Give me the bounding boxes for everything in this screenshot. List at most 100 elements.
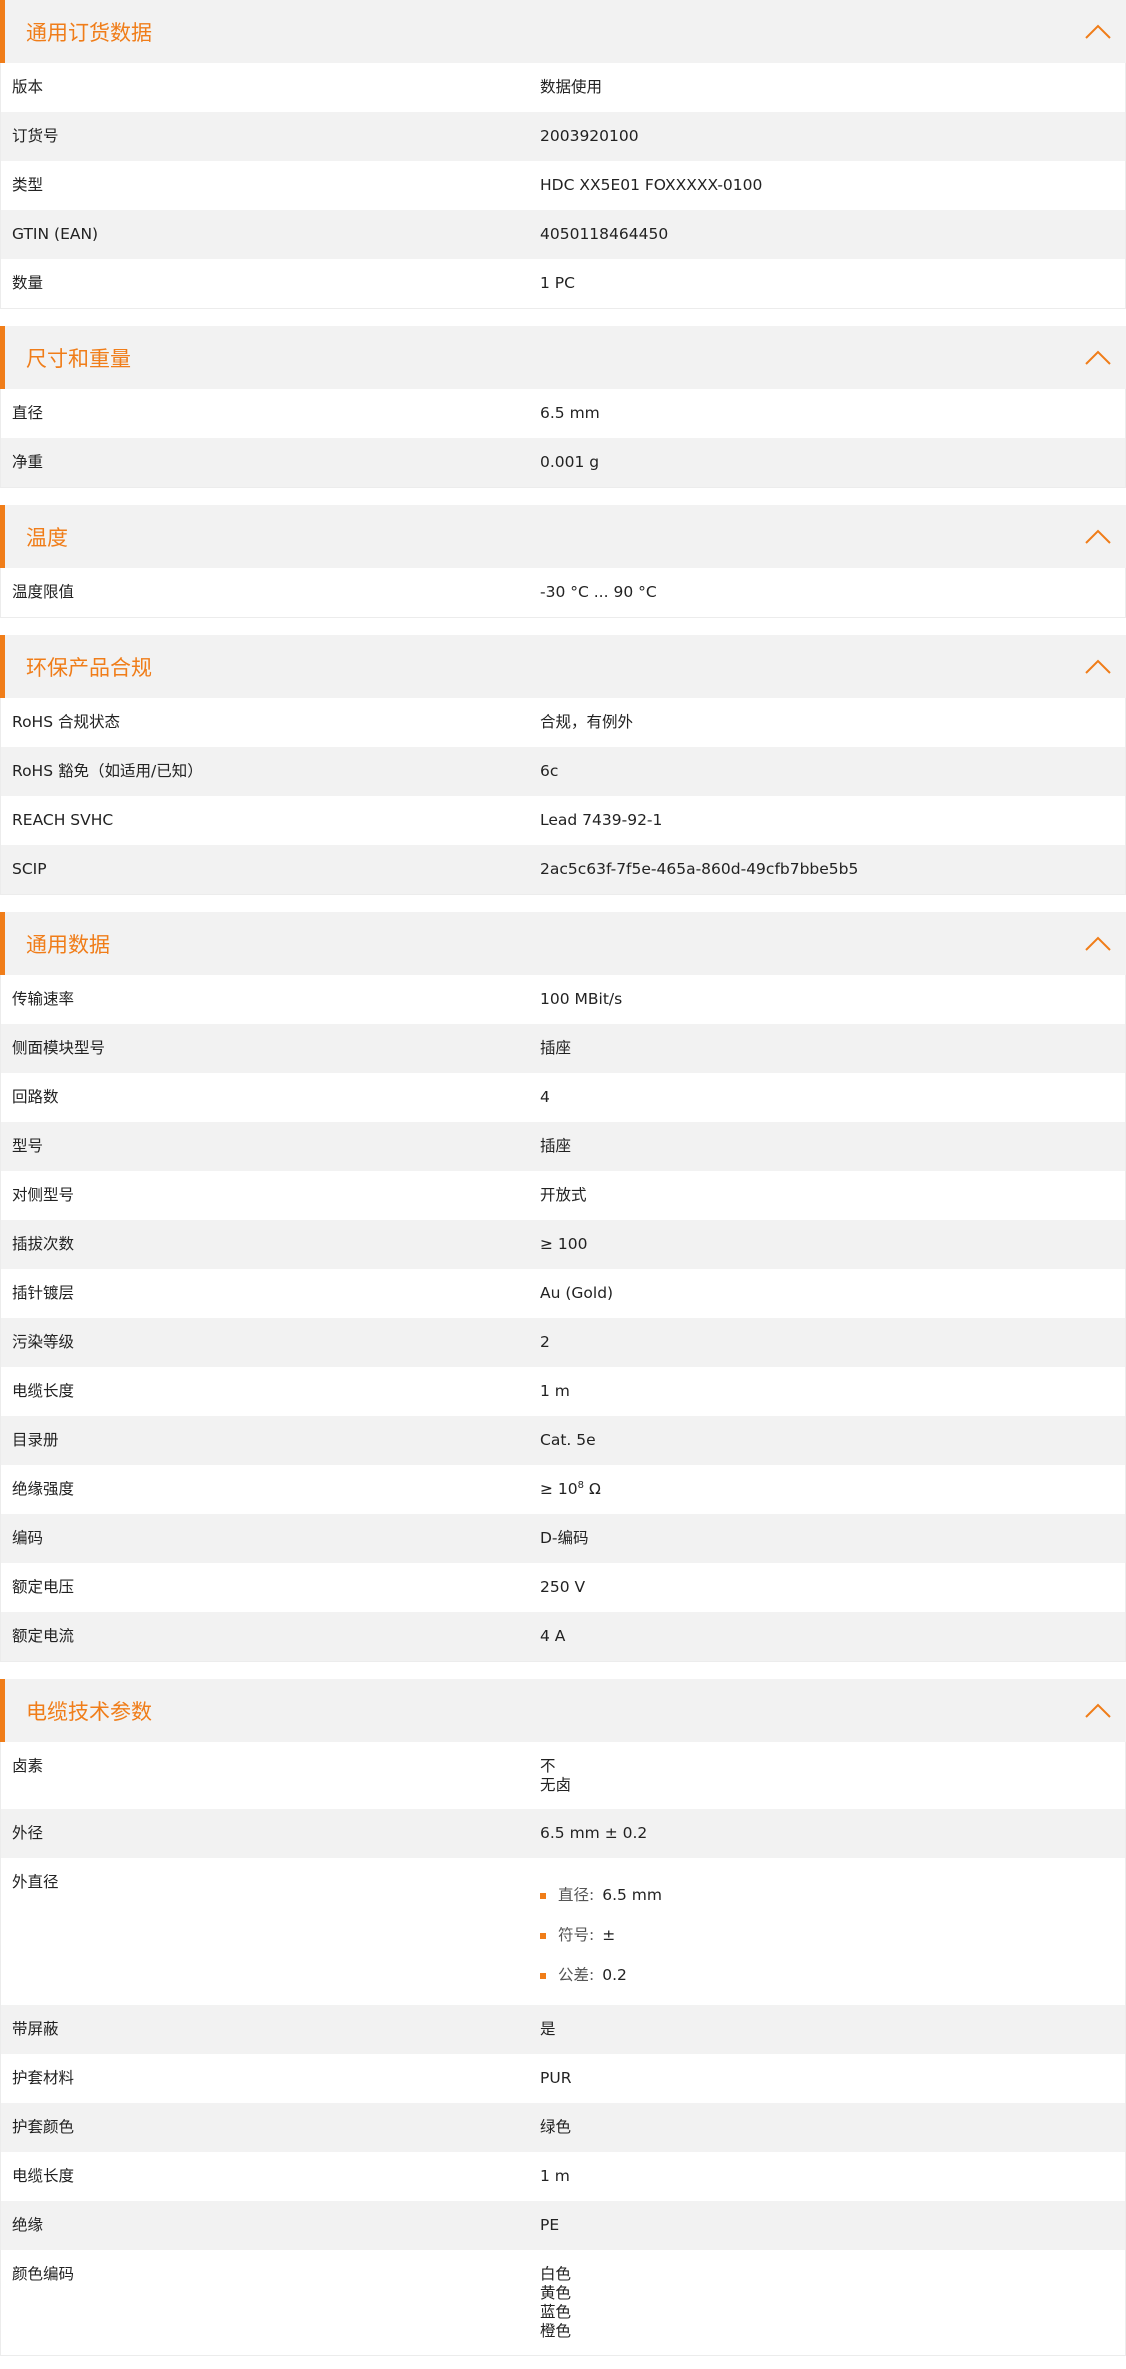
table-row: 订货号 2003920100 bbox=[1, 112, 1125, 161]
row-value: 是 bbox=[540, 2020, 556, 2038]
row-value: 4050118464450 bbox=[540, 225, 669, 243]
table-row: 型号 插座 bbox=[1, 1122, 1125, 1171]
value-line: 黄色 bbox=[540, 2284, 572, 2302]
chevron-up-icon[interactable] bbox=[1085, 656, 1111, 676]
row-label: 额定电压 bbox=[12, 1578, 75, 1596]
row-value: Lead 7439-92-1 bbox=[540, 811, 663, 829]
section-header-cable[interactable]: 电缆技术参数 bbox=[0, 1679, 1126, 1742]
item-key: 符号: bbox=[558, 1926, 595, 1944]
row-label: 额定电流 bbox=[12, 1627, 75, 1645]
table-row: 带屏蔽 是 bbox=[1, 2005, 1125, 2054]
value-line: 不 bbox=[540, 1757, 556, 1775]
row-value: 4 A bbox=[540, 1627, 566, 1645]
value-line: 无卤 bbox=[540, 1776, 572, 1794]
table-row: 目录册 Cat. 5e bbox=[1, 1416, 1125, 1465]
row-value: 100 MBit/s bbox=[540, 990, 623, 1008]
table-row: 净重 0.001 g bbox=[1, 438, 1125, 487]
row-value: ≥ 108 Ω bbox=[540, 1480, 1125, 1500]
row-label: RoHS 豁免（如适用/已知） bbox=[12, 762, 203, 780]
row-label: 颜色编码 bbox=[12, 2265, 75, 2283]
row-label: GTIN (EAN) bbox=[12, 225, 99, 243]
section-header-general[interactable]: 通用数据 bbox=[0, 912, 1126, 975]
row-label: 插拔次数 bbox=[12, 1235, 75, 1253]
table-row: 电缆长度 1 m bbox=[1, 2152, 1125, 2201]
row-label: 对侧型号 bbox=[12, 1186, 75, 1204]
row-value: 6c bbox=[540, 762, 559, 780]
table-row: GTIN (EAN) 4050118464450 bbox=[1, 210, 1125, 259]
row-value: 绿色 bbox=[540, 2118, 572, 2136]
row-value: PE bbox=[540, 2216, 560, 2234]
bullet-icon bbox=[540, 1932, 546, 1939]
row-label: 目录册 bbox=[12, 1431, 59, 1449]
item-value: 6.5 mm bbox=[602, 1886, 663, 1904]
section-temperature: 温度 温度限值 -30 °C ... 90 °C bbox=[0, 505, 1126, 618]
table-row: 插针镀层 Au (Gold) bbox=[1, 1269, 1125, 1318]
list-item: 公差: 0.2 bbox=[540, 1966, 1115, 1985]
item-value: ± bbox=[602, 1926, 616, 1944]
row-value: D-编码 bbox=[540, 1529, 589, 1547]
table-row: 外直径 直径: 6.5 mm 符号: ± 公差: 0.2 bbox=[1, 1858, 1125, 2005]
bullet-icon bbox=[540, 1892, 546, 1899]
section-header-dimensions[interactable]: 尺寸和重量 bbox=[0, 326, 1126, 389]
row-value: 数据使用 bbox=[540, 78, 603, 96]
item-value: 0.2 bbox=[602, 1966, 627, 1984]
table-row: SCIP 2ac5c63f-7f5e-465a-860d-49cfb7bbe5b5 bbox=[1, 845, 1125, 894]
table-row: 污染等级 2 bbox=[1, 1318, 1125, 1367]
row-label: RoHS 合规状态 bbox=[12, 713, 120, 731]
section-ordering-data: 通用订货数据 版本 数据使用 订货号 2003920100 类型 HDC XX5E01… bbox=[0, 0, 1126, 309]
row-value: 4 bbox=[540, 1088, 550, 1106]
row-label: 护套颜色 bbox=[12, 2118, 75, 2136]
row-label: 温度限值 bbox=[12, 583, 75, 601]
row-value: 250 V bbox=[540, 1578, 586, 1596]
section-title: 环保产品合规 bbox=[26, 655, 152, 680]
section-cable-technical-data: 电缆技术参数 卤素 不 无卤 外径 6.5 mm ± 0.2 外直径 直径: 6.5… bbox=[0, 1679, 1126, 2356]
row-label: 净重 bbox=[12, 453, 44, 471]
row-label: 卤素 bbox=[12, 1757, 44, 1775]
table-row: 外径 6.5 mm ± 0.2 bbox=[1, 1809, 1125, 1858]
chevron-up-icon[interactable] bbox=[1085, 347, 1111, 367]
row-value: -30 °C ... 90 °C bbox=[540, 583, 657, 601]
row-label: REACH SVHC bbox=[12, 811, 114, 829]
row-value: Cat. 5e bbox=[540, 1431, 596, 1449]
row-value-list: 直径: 6.5 mm 符号: ± 公差: 0.2 bbox=[540, 1873, 1125, 1991]
chevron-up-icon[interactable] bbox=[1085, 933, 1111, 953]
table-row: 额定电压 250 V bbox=[1, 1563, 1125, 1612]
row-label: 外直径 bbox=[12, 1873, 59, 1891]
section-header-temperature[interactable]: 温度 bbox=[0, 505, 1126, 568]
section-header-compliance[interactable]: 环保产品合规 bbox=[0, 635, 1126, 698]
table-row: 传输速率 100 MBit/s bbox=[1, 975, 1125, 1024]
row-label: 侧面模块型号 bbox=[12, 1039, 106, 1057]
value-line: 白色 bbox=[540, 2265, 572, 2283]
value-line: 蓝色 bbox=[540, 2303, 572, 2321]
table-row: 电缆长度 1 m bbox=[1, 1367, 1125, 1416]
row-label: 护套材料 bbox=[12, 2069, 75, 2087]
row-label: 编码 bbox=[12, 1529, 44, 1547]
section-title: 电缆技术参数 bbox=[26, 1699, 152, 1724]
row-value: 6.5 mm bbox=[540, 404, 600, 422]
table-row: 绝缘 PE bbox=[1, 2201, 1125, 2250]
row-value: ≥ 100 bbox=[540, 1235, 588, 1253]
table-row: 温度限值 -30 °C ... 90 °C bbox=[1, 568, 1125, 617]
chevron-up-icon[interactable] bbox=[1085, 526, 1111, 546]
table-row: 插拔次数 ≥ 100 bbox=[1, 1220, 1125, 1269]
section-environmental-compliance: 环保产品合规 RoHS 合规状态 合规，有例外 RoHS 豁免（如适用/已知） 6c… bbox=[0, 635, 1126, 895]
chevron-up-icon[interactable] bbox=[1085, 21, 1111, 41]
row-value: 2 bbox=[540, 1333, 550, 1351]
table-row: 颜色编码 白色 黄色 蓝色 橙色 bbox=[1, 2250, 1125, 2355]
table-row: 护套材料 PUR bbox=[1, 2054, 1125, 2103]
value-base: ≥ 10 bbox=[540, 1480, 578, 1498]
row-value: 不 无卤 bbox=[540, 1757, 1125, 1795]
row-label: SCIP bbox=[12, 860, 47, 878]
bullet-icon bbox=[540, 1972, 546, 1979]
table-row: 回路数 4 bbox=[1, 1073, 1125, 1122]
value-unit: Ω bbox=[584, 1480, 601, 1498]
row-label: 版本 bbox=[12, 78, 44, 96]
row-value: 白色 黄色 蓝色 橙色 bbox=[540, 2265, 1125, 2341]
item-key: 直径: bbox=[558, 1886, 595, 1904]
row-label: 外径 bbox=[12, 1824, 44, 1842]
table-row: 卤素 不 无卤 bbox=[1, 1742, 1125, 1809]
section-header-ordering[interactable]: 通用订货数据 bbox=[0, 0, 1126, 63]
table-row: REACH SVHC Lead 7439-92-1 bbox=[1, 796, 1125, 845]
row-value: HDC XX5E01 FOXXXXX-0100 bbox=[540, 176, 763, 194]
chevron-up-icon[interactable] bbox=[1085, 1700, 1111, 1720]
